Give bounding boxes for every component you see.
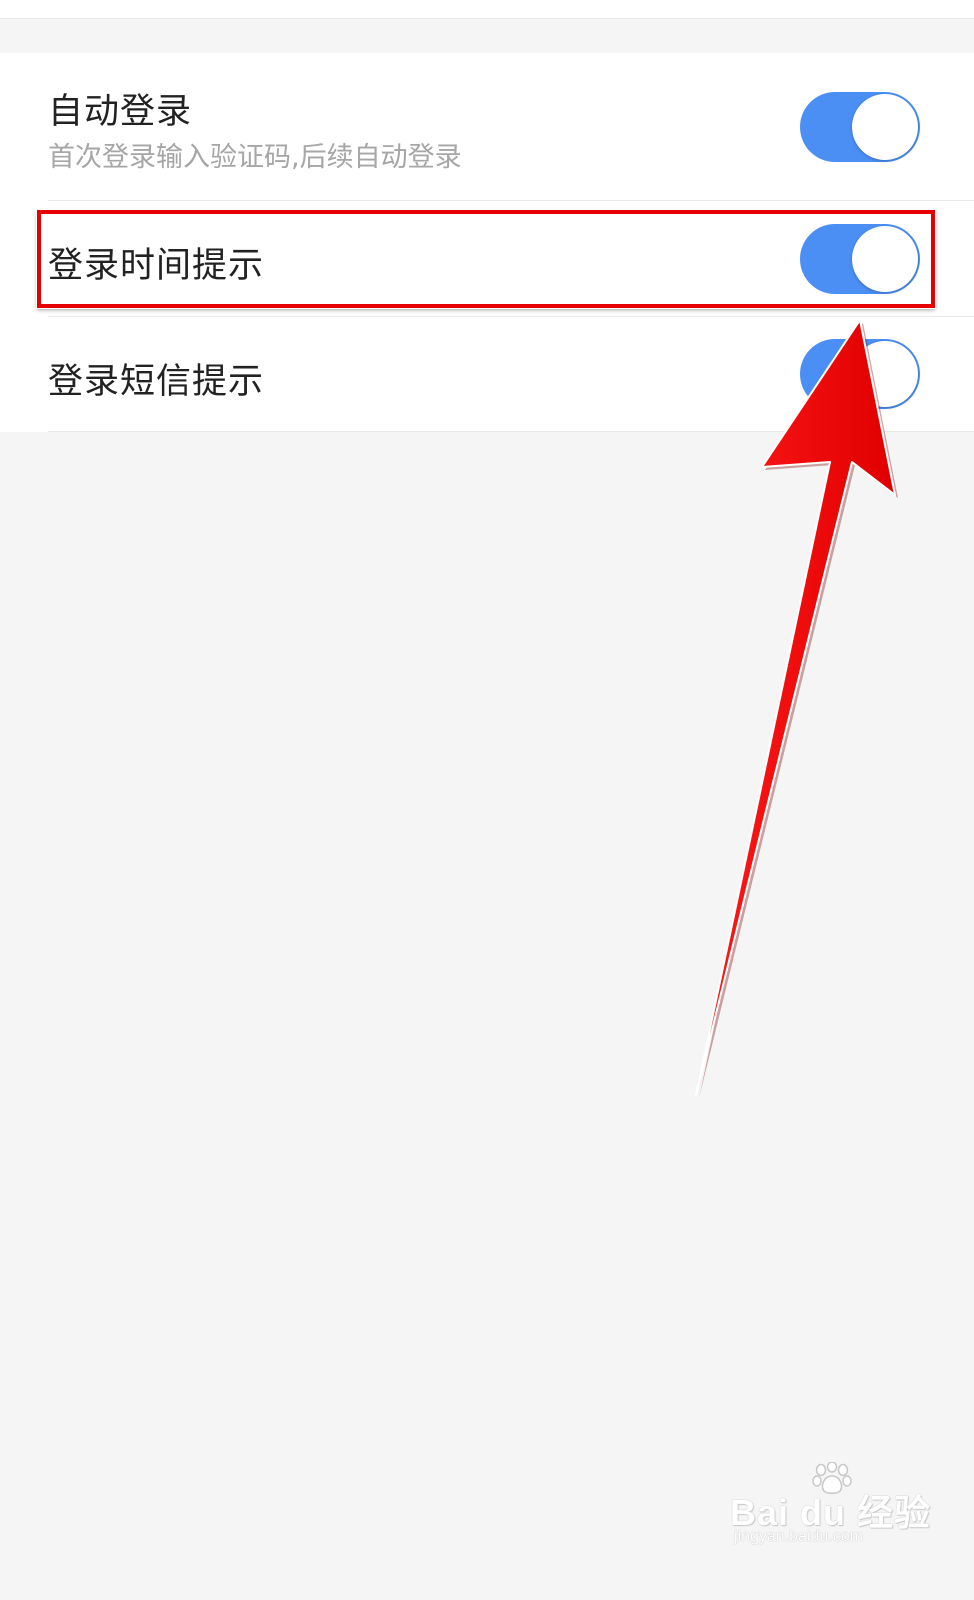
setting-row-login-time-tip[interactable]: 登录时间提示 — [0, 201, 974, 317]
row-divider — [48, 431, 974, 432]
toggle-knob — [852, 341, 918, 407]
toggle-knob — [852, 94, 918, 160]
setting-subtitle-auto-login: 首次登录输入验证码,后续自动登录 — [48, 142, 462, 173]
settings-list: 自动登录 首次登录输入验证码,后续自动登录 登录时间提示 登录短信提示 — [0, 53, 974, 432]
paw-icon — [812, 1462, 852, 1494]
watermark-brand-text: Bai du 经验 — [730, 1492, 932, 1533]
setting-row-auto-login[interactable]: 自动登录 首次登录输入验证码,后续自动登录 — [0, 53, 974, 201]
toggle-knob — [852, 226, 918, 292]
setting-title-login-sms-tip: 登录短信提示 — [48, 362, 265, 402]
login-time-tip-toggle[interactable] — [800, 224, 920, 294]
baidu-jingyan-watermark: Bai du 经验 jingyan.baidu.com — [730, 1462, 930, 1552]
auto-login-toggle[interactable] — [800, 92, 920, 162]
top-bar-strip — [0, 0, 974, 19]
watermark-url-text: jingyan.baidu.com — [734, 1528, 863, 1545]
setting-title-auto-login: 自动登录 — [48, 92, 193, 132]
setting-row-login-sms-tip[interactable]: 登录短信提示 — [0, 317, 974, 432]
setting-title-login-time-tip: 登录时间提示 — [48, 246, 265, 286]
login-sms-tip-toggle[interactable] — [800, 339, 920, 409]
